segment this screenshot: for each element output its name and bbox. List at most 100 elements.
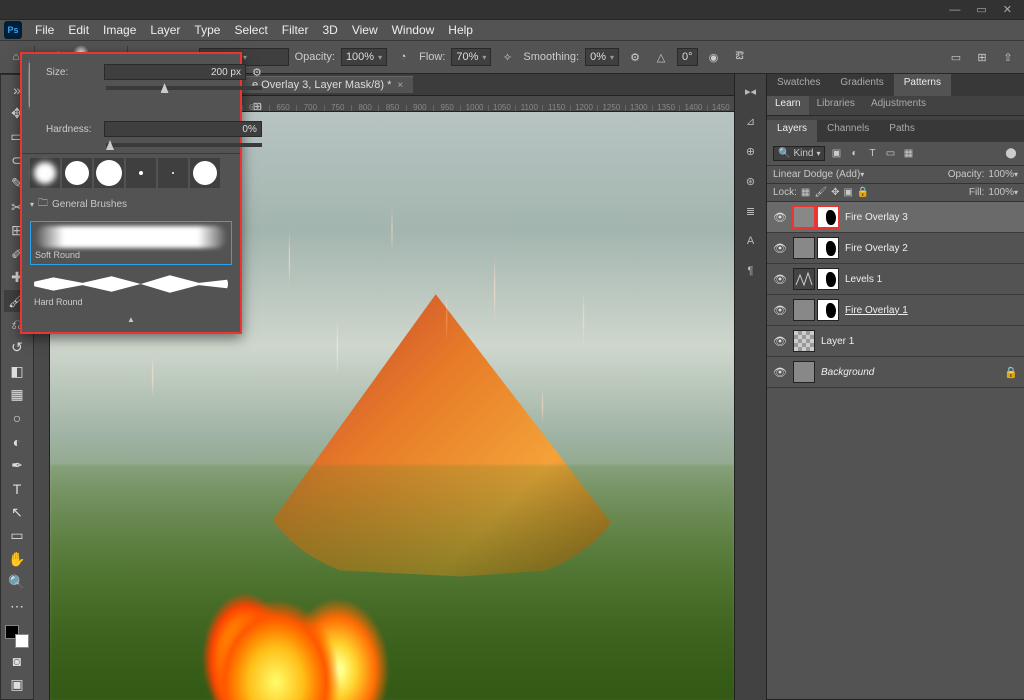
layer-kind-filter[interactable]: 🔍 Kind ▾ <box>773 146 825 161</box>
tab-libraries[interactable]: Libraries <box>809 96 863 115</box>
menu-3d[interactable]: 3D <box>315 23 344 37</box>
tab-layers[interactable]: Layers <box>767 120 817 142</box>
brush-hardness-input[interactable] <box>104 121 262 137</box>
brush-preset-item[interactable]: Hard Round <box>30 269 232 311</box>
layer-row[interactable]: 👁 Layer 1 <box>767 326 1024 357</box>
airbrush-icon[interactable]: ✧ <box>497 47 517 67</box>
layer-name[interactable]: Fire Overlay 3 <box>845 212 908 223</box>
filter-smart-icon[interactable]: ▦ <box>901 147 915 161</box>
layer-row[interactable]: 👁 Levels 1 <box>767 264 1024 295</box>
history-brush-tool[interactable]: ↺ <box>4 337 30 358</box>
recent-brush[interactable] <box>126 158 156 188</box>
close-icon[interactable]: ✕ <box>1003 3 1012 16</box>
tab-swatches[interactable]: Swatches <box>767 74 830 96</box>
layer-name[interactable]: Background <box>821 367 874 378</box>
layer-thumbnail[interactable] <box>793 237 815 259</box>
brush-size-slider[interactable] <box>106 86 262 90</box>
layer-thumbnail[interactable] <box>793 330 815 352</box>
visibility-icon[interactable]: 👁 <box>773 273 787 286</box>
recent-brush[interactable] <box>30 158 60 188</box>
smoothing-options-icon[interactable]: ⚙ <box>625 47 645 67</box>
share-icon[interactable]: ⇧ <box>998 47 1018 67</box>
recent-brush[interactable] <box>158 158 188 188</box>
menu-select[interactable]: Select <box>227 23 274 37</box>
filter-type-icon[interactable]: T <box>865 147 879 161</box>
flow-field[interactable]: 70%▾ <box>451 48 491 66</box>
properties-panel-icon[interactable]: ≣ <box>740 200 762 222</box>
type-tool[interactable]: T <box>4 478 30 499</box>
visibility-icon[interactable]: 👁 <box>773 304 787 317</box>
gradient-tool[interactable]: ▦ <box>4 384 30 405</box>
layer-thumbnail[interactable] <box>793 361 815 383</box>
zoom-tool[interactable]: 🔍 <box>4 572 30 593</box>
gear-icon[interactable]: ⚙ <box>252 66 262 79</box>
pressure-opacity-icon[interactable]: ◔ <box>393 47 413 67</box>
symmetry-icon[interactable]: ఔ <box>730 47 750 67</box>
menu-help[interactable]: Help <box>441 23 480 37</box>
pen-tool[interactable]: ✒ <box>4 455 30 476</box>
lock-position-icon[interactable]: ✥ <box>831 187 839 198</box>
blur-tool[interactable]: ○ <box>4 408 30 429</box>
brush-preset-item[interactable]: Soft Round <box>30 221 232 265</box>
brush-hardness-slider[interactable] <box>106 143 262 147</box>
color-panel-icon[interactable]: ▸◂ <box>740 80 762 102</box>
arrange-icon[interactable]: ⊞ <box>972 47 992 67</box>
minimize-icon[interactable]: — <box>949 4 960 16</box>
menu-view[interactable]: View <box>345 23 385 37</box>
menu-type[interactable]: Type <box>187 23 227 37</box>
filter-shape-icon[interactable]: ▭ <box>883 147 897 161</box>
tab-patterns[interactable]: Patterns <box>894 74 951 96</box>
resize-handle-icon[interactable]: ▲ <box>22 315 240 324</box>
maximize-icon[interactable]: ▭ <box>976 3 986 16</box>
color-swatches[interactable] <box>5 625 29 648</box>
more-tools[interactable]: ⋯ <box>4 595 30 616</box>
angle-field[interactable]: 0° <box>677 48 698 66</box>
lock-transparency-icon[interactable]: ▦ <box>801 187 810 198</box>
mask-thumbnail[interactable] <box>817 299 839 321</box>
layer-row[interactable]: 👁Fire Overlay 2 <box>767 233 1024 264</box>
brush-group[interactable]: ▾ 🗀 General Brushes <box>22 192 240 217</box>
dodge-tool[interactable]: ◐ <box>4 431 30 452</box>
layer-name[interactable]: Layer 1 <box>821 336 854 347</box>
menu-file[interactable]: File <box>28 23 61 37</box>
navigator-panel-icon[interactable]: ⊛ <box>740 170 762 192</box>
layer-row[interactable]: 👁Background🔒 <box>767 357 1024 388</box>
layer-name[interactable]: Levels 1 <box>845 274 882 285</box>
menu-edit[interactable]: Edit <box>61 23 96 37</box>
tab-channels[interactable]: Channels <box>817 120 879 142</box>
layer-row[interactable]: 👁 Fire Overlay 3 <box>767 202 1024 233</box>
path-select-tool[interactable]: ↖ <box>4 501 30 522</box>
cloud-docs-icon[interactable]: ▭ <box>946 47 966 67</box>
tab-paths[interactable]: Paths <box>879 120 925 142</box>
eraser-tool[interactable]: ◧ <box>4 361 30 382</box>
character-panel-icon[interactable]: A <box>740 230 762 252</box>
layer-thumbnail[interactable] <box>793 268 815 290</box>
layer-thumbnail[interactable] <box>793 206 815 228</box>
rectangle-tool[interactable]: ▭ <box>4 525 30 546</box>
disclosure-icon[interactable]: ▾ <box>30 200 34 209</box>
quick-mask-icon[interactable]: ◙ <box>4 650 30 671</box>
layer-row[interactable]: 👁Fire Overlay 1 <box>767 295 1024 326</box>
fill-field[interactable]: 100%▾ <box>988 187 1018 198</box>
recent-brush[interactable] <box>94 158 124 188</box>
history-panel-icon[interactable]: ⊕ <box>740 140 762 162</box>
recent-brush[interactable] <box>62 158 92 188</box>
menu-layer[interactable]: Layer <box>143 23 187 37</box>
lock-artboard-icon[interactable]: ▣ <box>843 187 852 198</box>
lock-pixels-icon[interactable]: 🖌 <box>814 187 827 198</box>
visibility-icon[interactable]: 👁 <box>773 242 787 255</box>
new-preset-icon[interactable]: ⊞ <box>253 100 262 113</box>
filter-pixel-icon[interactable]: ▣ <box>829 147 843 161</box>
mask-thumbnail[interactable] <box>817 237 839 259</box>
mask-thumbnail[interactable] <box>817 206 839 228</box>
tab-adjustments[interactable]: Adjustments <box>863 96 934 115</box>
brushes-panel-icon[interactable]: ⊿ <box>740 110 762 132</box>
layer-thumbnail[interactable] <box>793 299 815 321</box>
visibility-icon[interactable]: 👁 <box>773 335 787 348</box>
close-tab-icon[interactable]: × <box>397 80 403 91</box>
menu-filter[interactable]: Filter <box>275 23 316 37</box>
menu-window[interactable]: Window <box>385 23 442 37</box>
visibility-icon[interactable]: 👁 <box>773 211 787 224</box>
filter-adjust-icon[interactable]: ◐ <box>847 147 861 161</box>
paragraph-panel-icon[interactable]: ¶ <box>740 260 762 282</box>
